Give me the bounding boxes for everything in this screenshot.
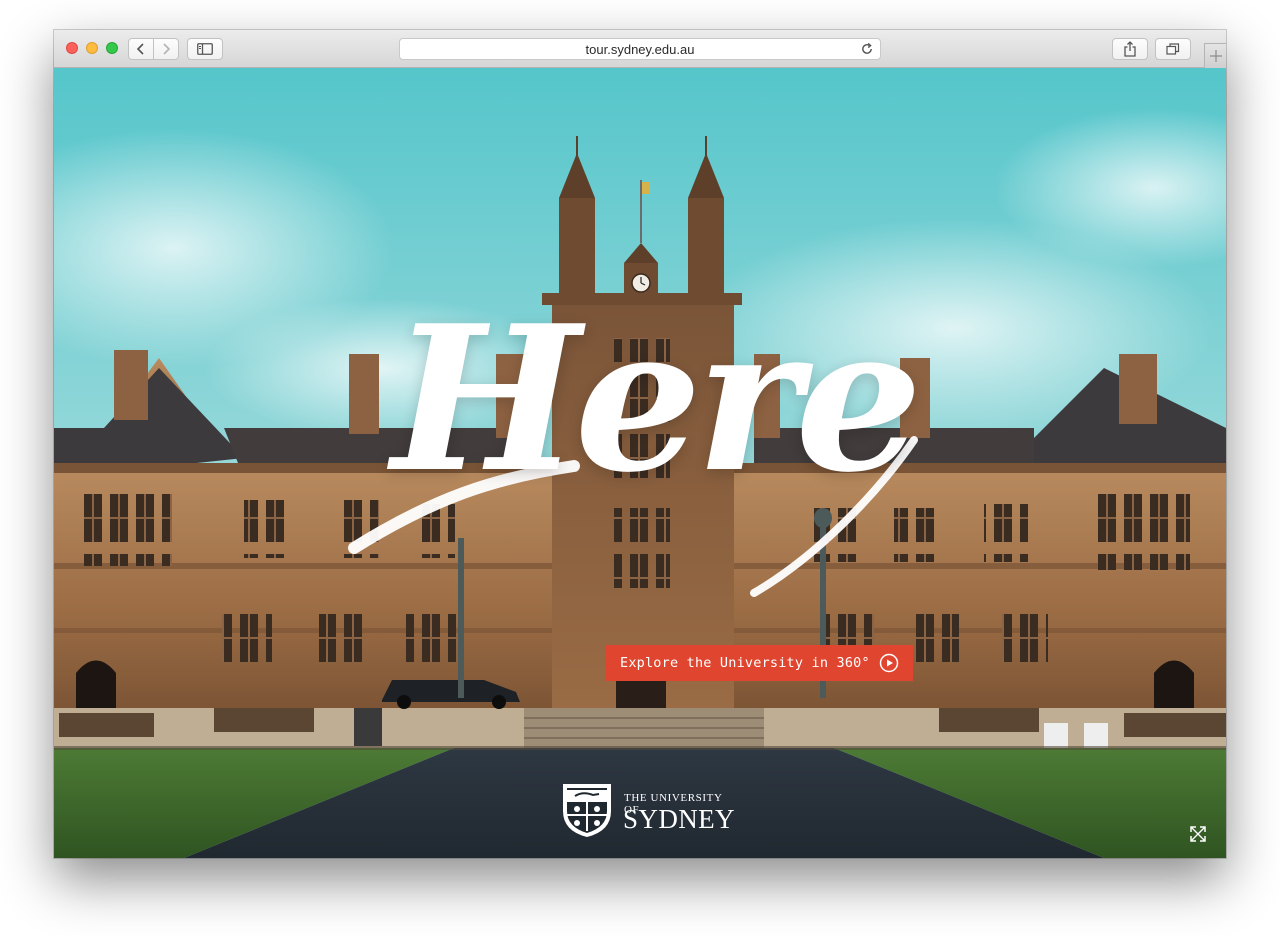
- address-bar[interactable]: tour.sydney.edu.au: [399, 38, 881, 60]
- tabs-overview-icon: [1166, 43, 1180, 55]
- plus-icon: [1210, 50, 1222, 62]
- expand-icon[interactable]: [1189, 825, 1207, 843]
- explore-360-label: Explore the University in 360°: [620, 655, 870, 671]
- sidebar-button[interactable]: [187, 38, 223, 60]
- share-icon: [1124, 41, 1136, 57]
- url-text: tour.sydney.edu.au: [585, 42, 695, 57]
- play-circle-icon: [879, 653, 899, 673]
- hero-headline: Here: [391, 282, 923, 517]
- page-content: Here Explore the University in 360° THE …: [54, 68, 1226, 858]
- back-button[interactable]: [128, 38, 154, 60]
- reload-icon[interactable]: [860, 42, 874, 56]
- sidebar-icon: [197, 43, 213, 55]
- university-logo[interactable]: THE UNIVERSITY OF SYDNEY: [559, 781, 739, 839]
- close-window-button[interactable]: [66, 42, 78, 54]
- browser-toolbar: tour.sydney.edu.au: [54, 30, 1226, 68]
- zoom-window-button[interactable]: [106, 42, 118, 54]
- chevron-right-icon: [163, 43, 171, 55]
- explore-360-button[interactable]: Explore the University in 360°: [605, 645, 913, 681]
- forward-button[interactable]: [153, 38, 179, 60]
- browser-window: tour.sydney.edu.au Here Explore the Univ…: [54, 30, 1226, 858]
- new-tab-button[interactable]: [1204, 43, 1226, 68]
- minimize-window-button[interactable]: [86, 42, 98, 54]
- logo-line2: SYDNEY: [623, 804, 735, 834]
- chevron-left-icon: [136, 43, 144, 55]
- crest-icon: [563, 784, 611, 837]
- share-button[interactable]: [1112, 38, 1148, 60]
- tabs-overview-button[interactable]: [1155, 38, 1191, 60]
